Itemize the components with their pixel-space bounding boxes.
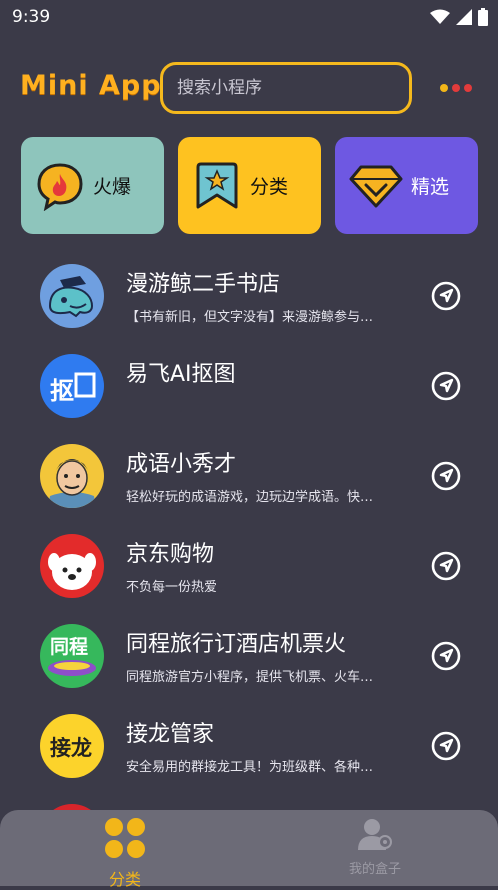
battery-icon	[478, 8, 488, 26]
open-app-icon[interactable]	[430, 550, 462, 582]
more-dot-1	[440, 84, 448, 92]
koutu-badge: 抠	[50, 377, 74, 405]
app-desc: 同程旅游官方小程序，提供飞机票、火车…	[126, 670, 374, 685]
status-bar: 9:39	[0, 0, 498, 34]
open-app-icon[interactable]	[430, 280, 462, 312]
jd-dog-avatar	[40, 534, 104, 598]
nav-my-box-label: 我的盒子	[348, 862, 401, 877]
app-name: 同程旅行订酒店机票火	[126, 632, 347, 657]
app-name: 易飞AI抠图	[126, 362, 236, 387]
tile-categories[interactable]: 分类	[178, 137, 321, 234]
jielong-badge: 接龙	[50, 736, 92, 760]
star-bookmark-icon	[196, 162, 238, 208]
app-desc: 轻松好玩的成语游戏，边玩边学成语。快…	[126, 490, 374, 505]
app-name: 京东购物	[126, 542, 215, 567]
koutu-avatar: 抠	[40, 354, 104, 418]
list-item[interactable]: 京东购物 不负每一份热爱	[0, 524, 498, 614]
tile-categories-label: 分类	[250, 176, 289, 198]
tile-featured[interactable]: 精选	[335, 137, 478, 234]
open-app-icon[interactable]	[430, 730, 462, 762]
tongcheng-badge: 同程	[50, 636, 89, 658]
app-desc: 安全易用的群接龙工具！为班级群、各种…	[126, 760, 374, 775]
fire-chat-icon	[37, 162, 83, 211]
signal-icon	[456, 9, 472, 25]
wifi-icon	[430, 9, 450, 24]
list-item[interactable]: 漫游鲸二手书店 【书有新旧，但文字没有】来漫游鲸参与…	[0, 254, 498, 344]
user-box-icon	[358, 819, 392, 850]
list-item[interactable]: 抠 易飞AI抠图	[0, 344, 498, 434]
open-app-icon[interactable]	[430, 640, 462, 672]
tile-hot[interactable]: 火爆	[21, 137, 164, 234]
bottom-nav: 分类 我的盒子	[0, 810, 498, 889]
search-input[interactable]	[175, 77, 409, 99]
app-name: 接龙管家	[126, 722, 215, 747]
open-app-icon[interactable]	[430, 460, 462, 492]
app-desc: 不负每一份热爱	[126, 580, 218, 595]
tile-hot-label: 火爆	[93, 176, 132, 198]
status-time: 9:39	[12, 7, 51, 27]
categories-grid-icon	[105, 818, 145, 858]
app-name: 漫游鲸二手书店	[126, 272, 281, 297]
app-list: 漫游鲸二手书店 【书有新旧，但文字没有】来漫游鲸参与… 抠 易飞AI抠图 成语小…	[0, 254, 498, 884]
tongcheng-avatar: 同程	[40, 624, 104, 688]
gem-icon	[349, 165, 403, 207]
nav-categories-tab[interactable]: 分类	[103, 816, 147, 890]
open-app-icon[interactable]	[430, 370, 462, 402]
status-icons	[430, 8, 488, 26]
app-logo: Mini App	[20, 70, 162, 101]
nav-my-box-tab[interactable]: 我的盒子	[343, 818, 407, 877]
list-item[interactable]: 同程 同程旅行订酒店机票火 同程旅游官方小程序，提供飞机票、火车…	[0, 614, 498, 704]
scholar-avatar	[40, 444, 104, 508]
more-dot-3	[464, 84, 472, 92]
list-item[interactable]: 成语小秀才 轻松好玩的成语游戏，边玩边学成语。快…	[0, 434, 498, 524]
more-menu-button[interactable]	[440, 84, 472, 92]
whale-avatar	[40, 264, 104, 328]
jielong-avatar: 接龙	[40, 714, 104, 778]
search-box[interactable]	[160, 62, 412, 114]
app-desc: 【书有新旧，但文字没有】来漫游鲸参与…	[126, 310, 374, 325]
more-dot-2	[452, 84, 460, 92]
list-item[interactable]: 接龙 接龙管家 安全易用的群接龙工具！为班级群、各种…	[0, 704, 498, 794]
nav-categories-label: 分类	[108, 870, 141, 889]
tile-featured-label: 精选	[411, 176, 450, 198]
app-name: 成语小秀才	[126, 452, 237, 477]
